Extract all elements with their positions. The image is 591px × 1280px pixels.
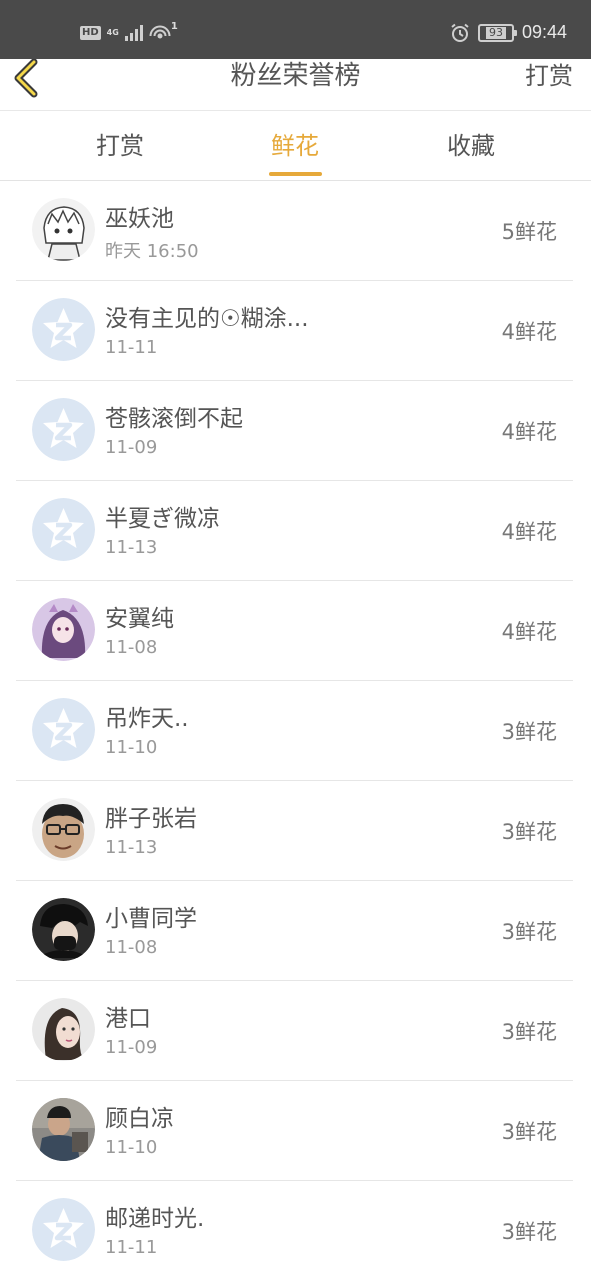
default-qq-avatar-icon[interactable]: [32, 1198, 95, 1261]
fan-name: 没有主见的☉糊涂...: [105, 306, 309, 332]
user-avatar[interactable]: [32, 1098, 95, 1161]
fan-date: 昨天 16:50: [105, 241, 199, 262]
alarm-icon: [451, 23, 469, 42]
user-avatar[interactable]: [32, 598, 95, 661]
flower-count: 3鲜花: [501, 720, 557, 744]
hotspot-count: 1: [170, 21, 178, 32]
user-avatar[interactable]: [32, 798, 95, 861]
signal-icon: [124, 25, 143, 41]
hotspot-icon: [149, 25, 171, 39]
battery-level: 93: [485, 26, 506, 39]
flower-count: 3鲜花: [501, 1020, 557, 1044]
fan-date: 11-08: [105, 637, 158, 658]
flower-count: 4鲜花: [501, 620, 557, 644]
fan-name: 巫妖池: [105, 206, 174, 232]
tab-flowers[interactable]: 鲜花: [235, 111, 355, 181]
fan-row[interactable]: 吊炸天.. 11-10 3鲜花: [16, 681, 573, 781]
default-qq-avatar-icon[interactable]: [32, 498, 95, 561]
nav-header: 粉丝荣誉榜 打赏: [0, 59, 591, 111]
status-right: 93 09:44: [450, 22, 567, 43]
default-qq-avatar-icon[interactable]: [32, 398, 95, 461]
default-qq-avatar-icon[interactable]: [32, 698, 95, 761]
reward-button[interactable]: 打赏: [525, 59, 573, 93]
flower-count: 4鲜花: [501, 420, 557, 444]
fan-row[interactable]: 苍骸滚倒不起 11-09 4鲜花: [16, 381, 573, 481]
fan-row[interactable]: 小曹同学 11-08 3鲜花: [16, 881, 573, 981]
fan-name: 港口: [105, 1006, 151, 1032]
fan-date: 11-10: [105, 737, 158, 758]
fan-name: 顾白凉: [105, 1106, 174, 1132]
battery-icon: 93: [477, 23, 517, 42]
flower-count: 4鲜花: [501, 320, 557, 344]
flower-count: 3鲜花: [501, 820, 557, 844]
fan-date: 11-10: [105, 1137, 158, 1158]
fan-date: 11-09: [105, 437, 158, 458]
fan-date: 11-13: [105, 837, 158, 858]
fan-row[interactable]: 胖子张岩 11-13 3鲜花: [16, 781, 573, 881]
default-qq-avatar-icon[interactable]: [32, 298, 95, 361]
hd-badge: HD: [80, 26, 101, 40]
fan-date: 11-11: [105, 337, 158, 358]
fan-name: 苍骸滚倒不起: [105, 406, 243, 432]
flower-count: 3鲜花: [501, 1220, 557, 1244]
fan-date: 11-11: [105, 1237, 158, 1258]
fan-row[interactable]: 顾白凉 11-10 3鲜花: [16, 1081, 573, 1181]
tab-bar: 打赏 鲜花 收藏: [0, 111, 591, 181]
fan-date: 11-13: [105, 537, 158, 558]
fan-name: 安翼纯: [105, 606, 174, 632]
status-bar: HD 4G 1 93 09:44: [0, 0, 591, 59]
tab-reward[interactable]: 打赏: [60, 111, 180, 181]
fan-row[interactable]: 邮递时光. 11-11 3鲜花: [16, 1181, 573, 1280]
user-avatar[interactable]: [32, 898, 95, 961]
fan-name: 小曹同学: [105, 906, 197, 932]
user-avatar[interactable]: [32, 998, 95, 1061]
flower-count: 4鲜花: [501, 520, 557, 544]
user-avatar[interactable]: [32, 198, 95, 261]
fan-row[interactable]: 安翼纯 11-08 4鲜花: [16, 581, 573, 681]
page-title: 粉丝荣誉榜: [230, 61, 361, 91]
clock: 09:44: [521, 22, 567, 42]
fan-list: 巫妖池昨天 16:50 5鲜花 没有主见的☉糊涂... 11-11 4鲜花 苍骸滚倒不…: [0, 181, 591, 1280]
fan-name: 邮递时光.: [105, 1206, 205, 1232]
flower-count: 3鲜花: [501, 1120, 557, 1144]
flower-count: 5鲜花: [501, 220, 557, 244]
status-left: HD 4G 1: [80, 21, 178, 42]
fan-name: 胖子张岩: [105, 806, 197, 832]
fan-name: 半夏ぎ微凉: [105, 506, 220, 532]
fan-row[interactable]: 港口 11-09 3鲜花: [16, 981, 573, 1081]
fan-name: 吊炸天..: [105, 706, 189, 732]
active-tab-indicator: [269, 172, 322, 176]
network-type: 4G: [106, 28, 119, 37]
fan-date: 11-09: [105, 1037, 158, 1058]
flower-count: 3鲜花: [501, 920, 557, 944]
fan-row[interactable]: 半夏ぎ微凉 11-13 4鲜花: [16, 481, 573, 581]
fan-row[interactable]: 巫妖池昨天 16:50 5鲜花: [16, 181, 573, 281]
tab-favorites[interactable]: 收藏: [411, 111, 531, 181]
fan-row[interactable]: 没有主见的☉糊涂... 11-11 4鲜花: [16, 281, 573, 381]
fan-date: 11-08: [105, 937, 158, 958]
